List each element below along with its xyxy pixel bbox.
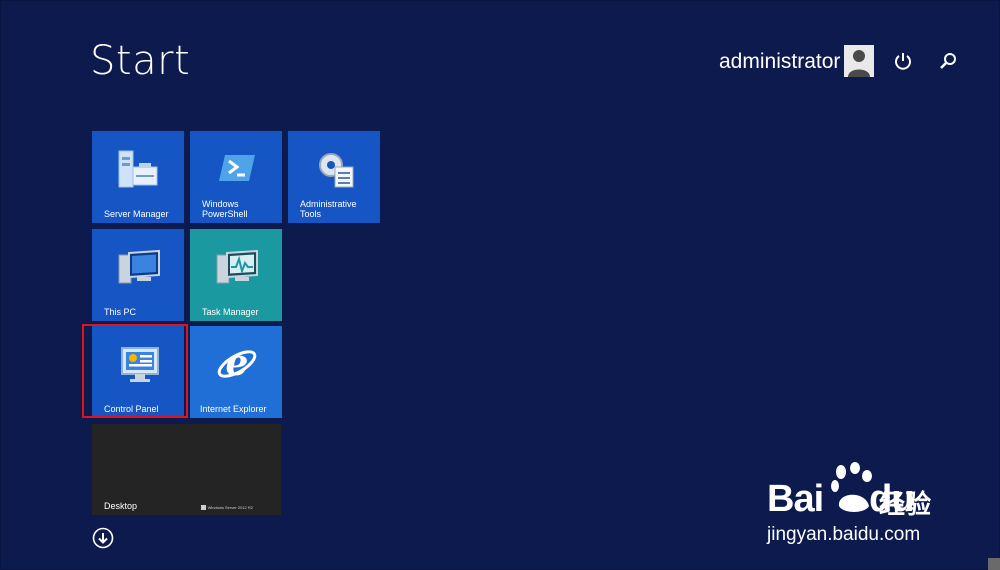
search-button[interactable] [937,50,959,72]
search-icon [940,53,956,69]
tile-desktop[interactable]: Desktop Windows Server 2012 R2 [92,424,281,515]
tile-label: Windows PowerShell [202,199,248,219]
windows-flag-icon [200,505,206,510]
all-apps-button[interactable] [92,527,114,549]
paw-icon [831,462,872,512]
tile-administrative-tools[interactable]: Administrative Tools [288,131,380,223]
tile-label: Server Manager [104,209,169,219]
tile-internet-explorer[interactable]: e Internet Explorer [190,326,282,418]
administrative-tools-icon [313,147,357,191]
tile-this-pc[interactable]: This PC [92,229,184,321]
tile-label: This PC [104,307,137,317]
user-name[interactable]: administrator [719,50,840,74]
tile-server-manager[interactable]: Server Manager [92,131,184,223]
tile-label: Administrative Tools [300,199,357,219]
avatar[interactable] [844,45,874,77]
watermark-cn: 经验 [879,489,932,519]
internet-explorer-icon: e [215,342,259,386]
watermark: Bai du 经验 jingyan.baidu.com [767,462,947,552]
this-pc-icon [117,245,161,289]
powershell-icon [215,147,259,191]
user-icon [844,45,874,77]
page-title: Start [90,38,191,84]
tile-label: Task Manager [202,307,259,317]
watermark-url: jingyan.baidu.com [767,524,921,545]
down-arrow-icon [92,527,114,549]
desktop-brand: Windows Server 2012 R2 [200,505,253,510]
tile-label: Internet Explorer [200,404,267,414]
power-icon [895,53,911,70]
highlight-box [82,324,188,418]
tile-windows-powershell[interactable]: Windows PowerShell [190,131,282,223]
tile-task-manager[interactable]: Task Manager [190,229,282,321]
power-button[interactable] [892,50,914,72]
svg-text:e: e [226,342,249,384]
task-manager-icon [215,245,259,289]
server-manager-icon [117,147,161,191]
corner-widget [988,558,1000,570]
